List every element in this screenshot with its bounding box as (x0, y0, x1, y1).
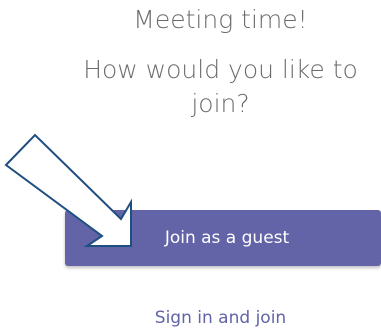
join-as-guest-label: Join as a guest (164, 228, 290, 248)
annotation-arrow-icon (4, 133, 132, 247)
join-meeting-screen: Meeting time! How would you like to join… (0, 0, 381, 336)
join-question-line-2: join? (191, 89, 250, 118)
meeting-time-heading: Meeting time! (133, 5, 308, 34)
sign-in-and-join-link[interactable]: Sign in and join (60, 307, 381, 329)
join-as-guest-button[interactable]: Join as a guest (65, 210, 381, 266)
join-question-line-1: How would you like to (83, 55, 358, 84)
